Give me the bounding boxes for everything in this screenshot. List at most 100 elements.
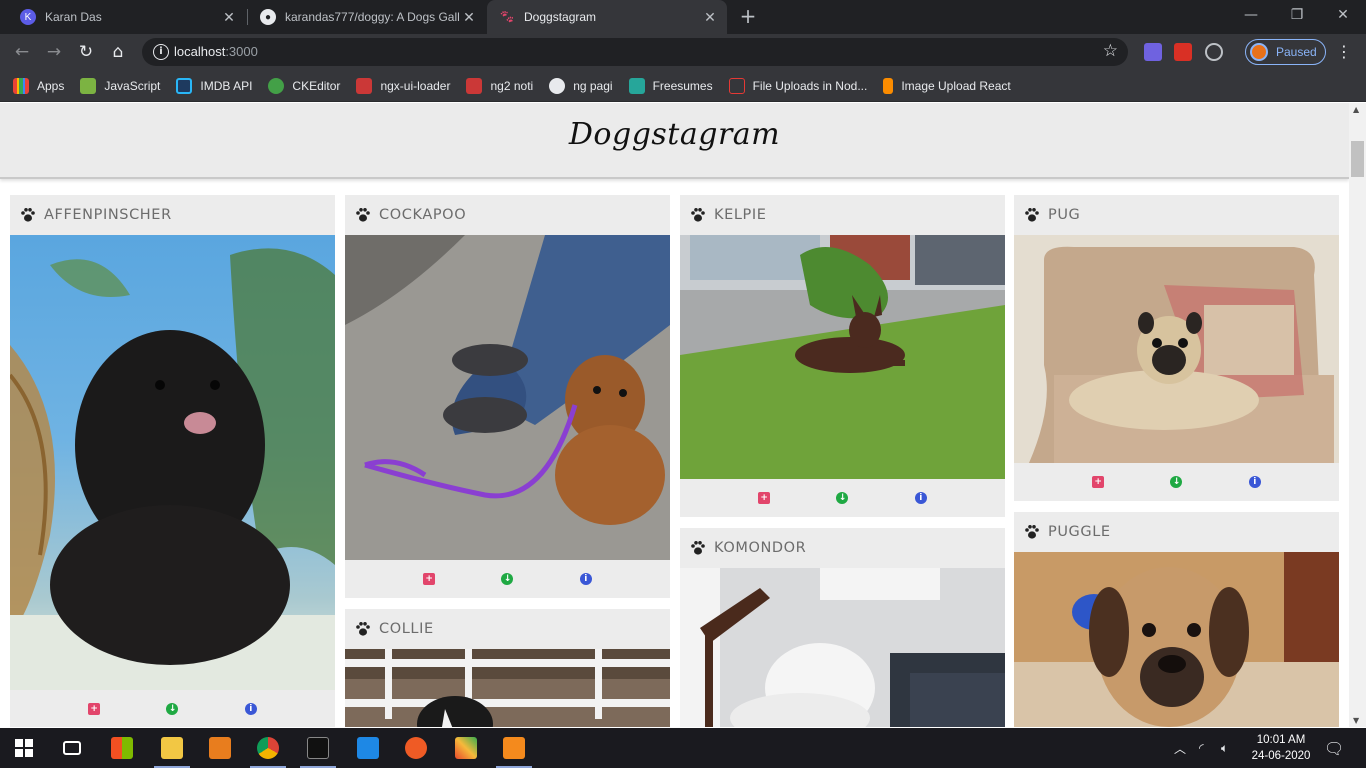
- forward-arrow-icon[interactable]: →: [42, 40, 66, 64]
- info-button[interactable]: i: [579, 573, 592, 585]
- npm-icon: [356, 77, 373, 94]
- scrollbar-thumb[interactable]: [1351, 141, 1364, 177]
- browser-tab-karan-das[interactable]: K Karan Das ✕: [8, 0, 246, 34]
- bookmark-ckeditor[interactable]: CKEditor: [268, 77, 340, 94]
- profile-button[interactable]: Paused: [1245, 39, 1326, 65]
- file-explorer-icon[interactable]: [148, 728, 196, 768]
- extension-target-icon[interactable]: [1205, 43, 1223, 61]
- add-favorite-button[interactable]: +: [88, 703, 101, 715]
- breed-name: PUGGLE: [1048, 524, 1111, 540]
- terminal-icon[interactable]: [294, 728, 342, 768]
- dog-photo[interactable]: [1014, 552, 1339, 727]
- close-window-button[interactable]: ✕: [1320, 4, 1366, 26]
- minimize-window-button[interactable]: —: [1228, 4, 1274, 26]
- bookmark-image-upload-react[interactable]: Image Upload React: [883, 77, 1011, 94]
- k-circle-icon: K: [20, 9, 36, 25]
- home-icon[interactable]: ⌂: [106, 40, 130, 64]
- breed-name: KELPIE: [714, 207, 767, 223]
- store-icon[interactable]: [98, 728, 146, 768]
- dog-card-kelpie: KELPIE + ↓ i: [680, 195, 1005, 517]
- restore-window-button[interactable]: ❐: [1274, 4, 1320, 26]
- notifications-icon[interactable]: 🗨︎: [1324, 728, 1344, 768]
- download-button[interactable]: ↓: [836, 492, 849, 504]
- add-favorite-button[interactable]: +: [1092, 476, 1105, 488]
- git-client-icon[interactable]: [442, 728, 490, 768]
- bookmark-icon: [883, 77, 894, 94]
- bookmark-label: ngx-ui-loader: [380, 78, 451, 93]
- chrome-icon[interactable]: [244, 728, 292, 768]
- address-bar[interactable]: i localhost:3000 ☆: [142, 38, 1128, 66]
- paw-icon: [356, 208, 370, 222]
- vscode-icon[interactable]: [344, 728, 392, 768]
- bookmark-label: Image Upload React: [901, 78, 1011, 93]
- browser-menu-icon[interactable]: ⋮: [1336, 42, 1352, 61]
- bookmark-ng-pagi[interactable]: ng pagi: [549, 77, 613, 94]
- dog-photo[interactable]: [680, 568, 1005, 727]
- page-scrollbar[interactable]: ▲ ▼: [1349, 103, 1366, 727]
- dog-photo[interactable]: [10, 235, 335, 690]
- card-actions: + ↓ i: [1014, 463, 1339, 501]
- dog-card-affenpinscher: AFFENPINSCHER + ↓ i: [10, 195, 335, 727]
- puggle-image: [1014, 552, 1339, 727]
- dog-photo[interactable]: [680, 235, 1005, 479]
- bookmark-freesumes[interactable]: Freesumes: [628, 77, 713, 94]
- scroll-up-arrow-icon[interactable]: ▲: [1353, 105, 1359, 114]
- site-info-icon[interactable]: i: [153, 44, 169, 60]
- windows-start-icon[interactable]: [0, 728, 48, 768]
- scroll-down-arrow-icon[interactable]: ▼: [1353, 716, 1359, 725]
- add-favorite-button[interactable]: +: [423, 573, 436, 585]
- windows-taskbar: ︿ ◜ 🔈︎ 10:01 AM 24-06-2020 🗨︎: [0, 728, 1366, 768]
- bookmark-file-uploads[interactable]: File Uploads in Nod...: [728, 77, 867, 94]
- browser-tab-doggstagram[interactable]: 🐾︎ Doggstagram ✕: [487, 0, 727, 34]
- browser-tab-strip: K Karan Das ✕ ● karandas777/doggy: A Dog…: [0, 0, 1366, 34]
- bookmark-javascript[interactable]: JavaScript: [80, 77, 160, 94]
- task-view-icon[interactable]: [48, 728, 96, 768]
- system-clock[interactable]: 10:01 AM 24-06-2020: [1246, 732, 1316, 764]
- show-hidden-icons-icon[interactable]: ︿: [1174, 728, 1186, 768]
- collie-image: [345, 649, 670, 727]
- bookmark-ng2-noti[interactable]: ng2 noti: [466, 77, 533, 94]
- tab-title: karandas777/doggy: A Dogs Gall: [285, 10, 460, 24]
- breed-name: PUG: [1048, 207, 1081, 223]
- download-button[interactable]: ↓: [501, 573, 514, 585]
- postman-icon[interactable]: [392, 728, 440, 768]
- bookmark-label: IMDB API: [200, 78, 253, 93]
- imdb-icon: [176, 77, 193, 94]
- dog-photo[interactable]: [345, 235, 670, 560]
- bookmark-ngx-ui-loader[interactable]: ngx-ui-loader: [356, 77, 451, 94]
- media-player-icon[interactable]: [196, 728, 244, 768]
- url-text[interactable]: localhost:3000: [174, 44, 258, 59]
- tab-title: Doggstagram: [524, 10, 597, 24]
- close-tab-icon[interactable]: ✕: [220, 9, 238, 26]
- card-header: COLLIE: [345, 609, 670, 649]
- pug-image: [1014, 235, 1339, 463]
- download-button[interactable]: ↓: [166, 703, 179, 715]
- extension-pen-icon[interactable]: [1144, 43, 1162, 61]
- reload-icon[interactable]: ↻: [74, 40, 98, 64]
- close-tab-icon[interactable]: ✕: [701, 9, 719, 26]
- extension-game-icon[interactable]: [1174, 43, 1192, 61]
- dog-card-collie: COLLIE: [345, 609, 670, 727]
- paw-icon: [356, 622, 370, 636]
- volume-icon[interactable]: 🔈︎: [1221, 728, 1228, 768]
- bookmark-apps[interactable]: Apps: [13, 77, 64, 94]
- breed-name: COLLIE: [379, 621, 434, 637]
- wifi-icon[interactable]: ◜: [1199, 728, 1204, 768]
- close-tab-icon[interactable]: ✕: [460, 9, 478, 26]
- bookmark-imdb-api[interactable]: IMDB API: [176, 77, 253, 94]
- bookmarks-bar: Apps JavaScript IMDB API CKEditor ngx-ui…: [0, 70, 1366, 102]
- back-arrow-icon[interactable]: ←: [10, 40, 34, 64]
- browser-tab-github[interactable]: ● karandas777/doggy: A Dogs Gall ✕: [248, 0, 486, 34]
- browser-toolbar: ← → ↻ ⌂ i localhost:3000 ☆ Paused ⋮: [0, 34, 1366, 70]
- download-button[interactable]: ↓: [1170, 476, 1183, 488]
- sublime-text-icon[interactable]: [490, 728, 538, 768]
- new-tab-button[interactable]: +: [737, 5, 759, 27]
- info-button[interactable]: i: [914, 492, 927, 504]
- info-button[interactable]: i: [1248, 476, 1261, 488]
- bookmark-star-icon[interactable]: ☆: [1103, 41, 1118, 61]
- dog-photo[interactable]: [345, 649, 670, 727]
- info-button[interactable]: i: [244, 703, 257, 715]
- add-favorite-button[interactable]: +: [758, 492, 771, 504]
- clock-time: 10:01 AM: [1256, 734, 1306, 746]
- dog-photo[interactable]: [1014, 235, 1339, 463]
